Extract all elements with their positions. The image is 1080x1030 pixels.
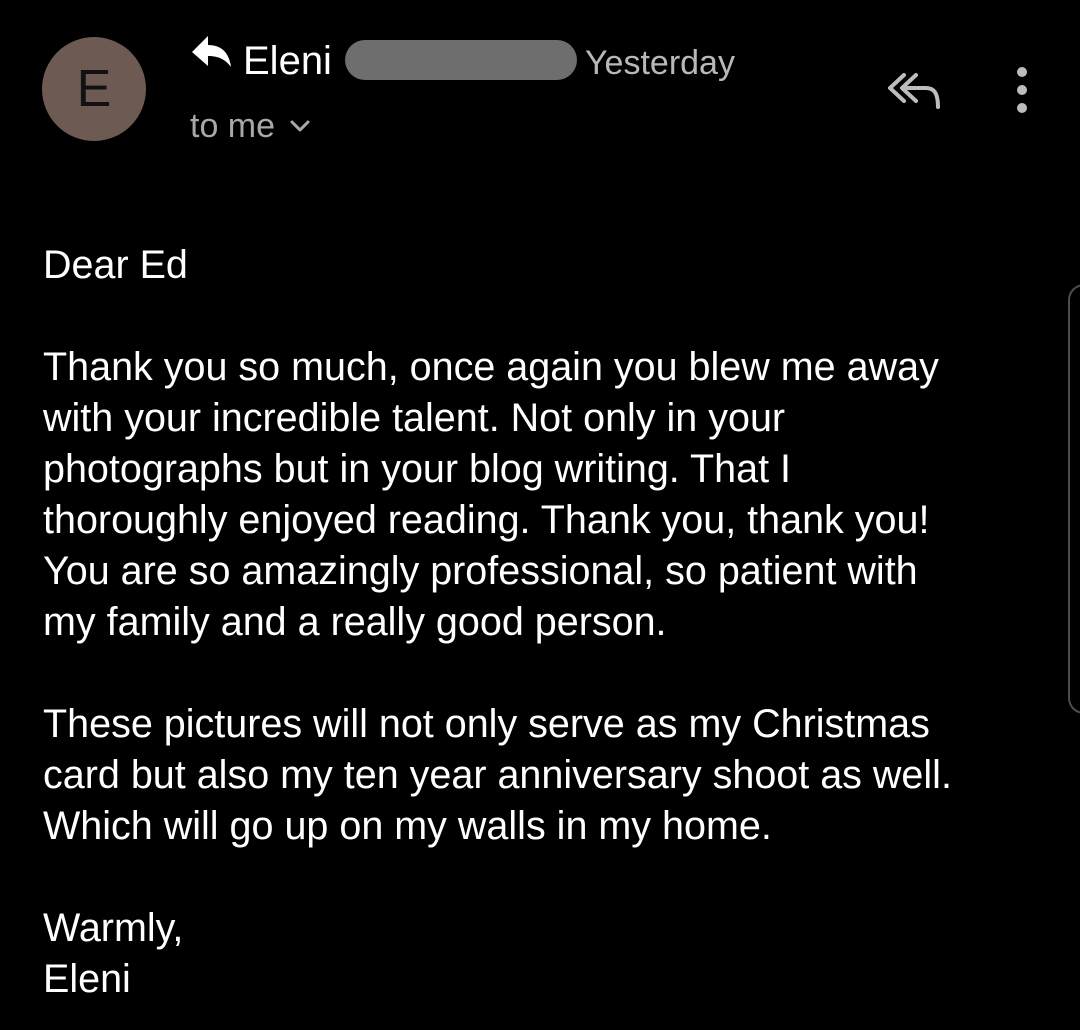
message-line: Thank you so much, once again you blew m… [43,345,939,389]
message-line: Which will go up on my walls in my home. [43,804,772,848]
message-line: These pictures will not only serve as my… [43,702,930,746]
message-line: card but also my ten year anniversary sh… [43,753,952,797]
recipient-details-toggle[interactable]: to me [190,104,311,148]
message-body: Dear Ed Thank you so much, once again yo… [43,240,1053,1005]
message-greeting: Dear Ed [43,243,188,287]
message-signature: Eleni [43,957,131,1001]
message-paragraph-1: Thank you so much, once again you blew m… [43,342,1053,648]
more-vertical-icon [1017,67,1027,113]
message-line: thoroughly enjoyed reading. Thank you, t… [43,498,930,542]
redacted-sender-address [345,40,577,80]
recipient-label: to me [190,107,276,145]
sender-name[interactable]: Eleni [243,37,332,85]
message-line: You are so amazingly professional, so pa… [43,549,918,593]
message-paragraph-2: These pictures will not only serve as my… [43,699,1053,852]
message-timestamp: Yesterday [585,44,735,82]
reply-all-icon [888,73,940,109]
avatar-letter: E [76,60,112,118]
avatar[interactable]: E [42,37,146,141]
more-options-button[interactable] [1002,60,1042,120]
message-line: my family and a really good person. [43,600,667,644]
scrollbar[interactable] [1068,284,1080,714]
chevron-down-icon [290,120,310,132]
message-line: photographs but in your blog writing. Th… [43,447,792,491]
message-closing: Warmly, [43,906,184,950]
reply-icon [188,31,234,73]
reply-all-button[interactable] [878,64,948,114]
message-line: with your incredible talent. Not only in… [43,396,786,440]
